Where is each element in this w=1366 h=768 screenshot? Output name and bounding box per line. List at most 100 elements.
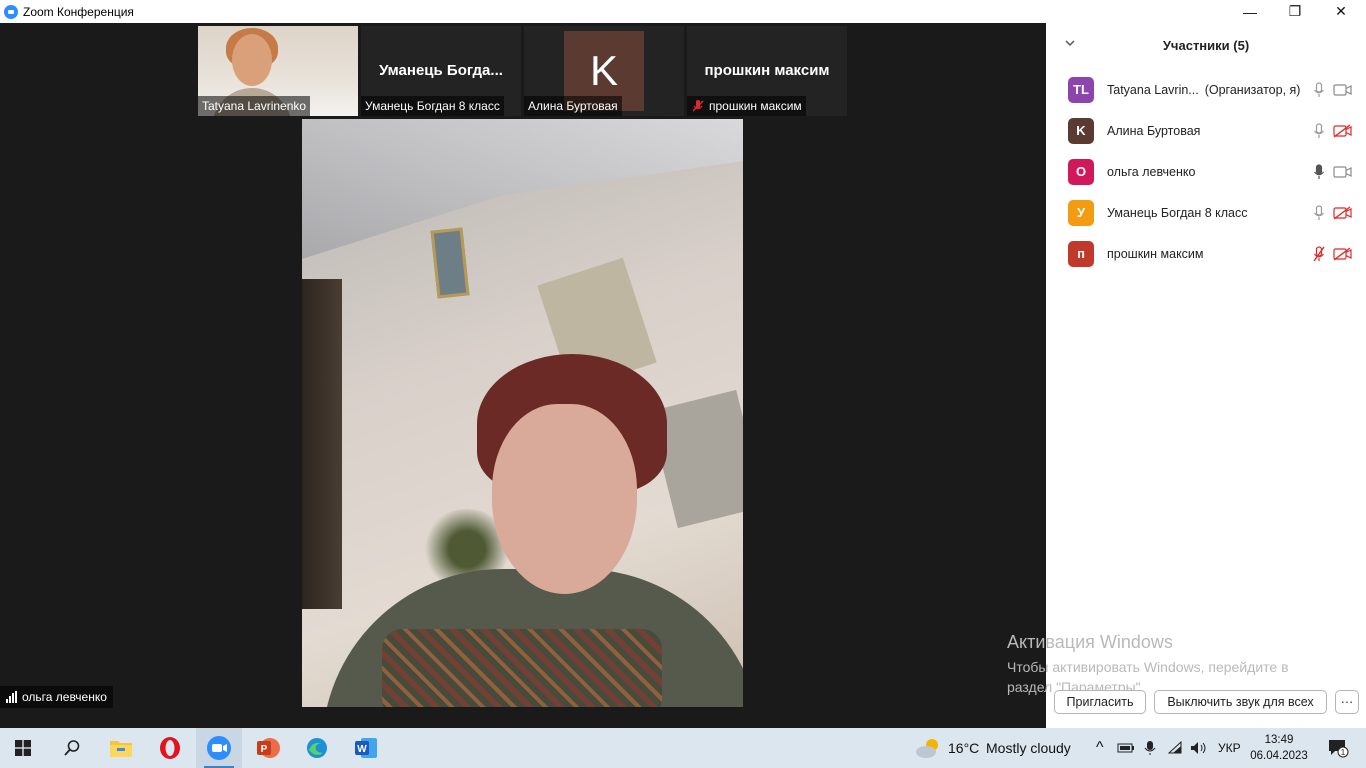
mic-icon[interactable]: [1312, 163, 1326, 180]
participant-name: Tatyana Lavrin... (Организатор, я): [1107, 83, 1300, 97]
participant-name-text: Алина Буртовая: [1107, 123, 1201, 138]
participant-avatar: О: [1068, 158, 1094, 185]
participant-row[interactable]: п прошкин максим: [1046, 233, 1366, 274]
participants-list: TL Tatyana Lavrin... (Организатор, я) K Алин…: [1046, 69, 1366, 274]
thumb-big-name: Уманець Богда...: [379, 62, 503, 79]
minimize-button[interactable]: —: [1227, 0, 1273, 23]
tray-wifi[interactable]: [1164, 728, 1186, 768]
battery-icon: [1117, 743, 1134, 753]
speaker-icon: [1191, 742, 1206, 754]
participant-avatar: K: [1068, 117, 1094, 144]
mic-icon[interactable]: [1312, 204, 1326, 221]
restore-button[interactable]: ❐: [1272, 0, 1318, 23]
tray-battery[interactable]: [1115, 728, 1137, 768]
panel-footer: Пригласить Выключить звук для всех ···: [1046, 690, 1366, 718]
zoom-window: Zoom Конференция — ❐ ✕ Tatyana Lavrinenk…: [0, 0, 1366, 728]
gallery-thumb-alina[interactable]: K Алина Буртовая: [524, 26, 684, 116]
participant-row[interactable]: У Уманець Богдан 8 класс: [1046, 192, 1366, 233]
thumb-name-label: прошкин максим: [687, 96, 806, 116]
search-button[interactable]: [49, 728, 95, 768]
participant-name-text: прошкин максим: [1107, 246, 1204, 261]
participant-row[interactable]: K Алина Буртовая: [1046, 110, 1366, 151]
more-options-button[interactable]: ···: [1335, 690, 1359, 714]
gallery-thumb-umanets[interactable]: Уманець Богда... Уманець Богдан 8 класс: [361, 26, 521, 116]
taskbar-word[interactable]: W: [343, 728, 389, 768]
system-clock[interactable]: 13:49 06.04.2023: [1248, 732, 1310, 764]
tray-overflow-chevron[interactable]: ^: [1096, 728, 1104, 768]
camera-icon[interactable]: [1333, 82, 1353, 98]
participant-row[interactable]: Оольга левченко: [1046, 151, 1366, 192]
input-language[interactable]: УКР: [1218, 728, 1241, 768]
video-stage: Tatyana Lavrinenko Уманець Богда... Уман…: [0, 23, 1046, 728]
participant-avatar: п: [1068, 240, 1094, 267]
participant-row[interactable]: TL Tatyana Lavrin... (Организатор, я): [1046, 69, 1366, 110]
thumb-name-label: Уманець Богдан 8 класс: [361, 96, 504, 116]
minimize-icon: —: [1243, 3, 1257, 20]
word-icon: W: [355, 738, 377, 758]
participant-name: прошкин максим: [1107, 247, 1204, 261]
powerpoint-icon: P: [257, 738, 280, 758]
zoom-app-icon: [207, 736, 231, 760]
camera-off-icon[interactable]: [1333, 205, 1353, 221]
notification-center-button[interactable]: 1: [1318, 728, 1358, 768]
partly-cloudy-icon: [916, 739, 938, 758]
weather-temp[interactable]: 16°C: [948, 728, 979, 768]
invite-button[interactable]: Пригласить: [1054, 690, 1146, 714]
active-speaker-label: ольга левченко: [0, 686, 113, 708]
tray-volume[interactable]: [1187, 728, 1211, 768]
camera-off-icon[interactable]: [1333, 123, 1353, 139]
svg-text:W: W: [357, 744, 367, 755]
edge-browser-icon: [307, 738, 327, 758]
camera-off-icon[interactable]: [1333, 246, 1353, 262]
mute-all-button[interactable]: Выключить звук для всех: [1154, 690, 1327, 714]
title-bar: Zoom Конференция — ❐ ✕: [0, 0, 1366, 23]
mic-muted-icon[interactable]: [1312, 245, 1326, 262]
taskbar-powerpoint[interactable]: P: [245, 728, 291, 768]
taskbar-file-explorer[interactable]: [98, 728, 144, 768]
participants-panel: Участники (5) TL Tatyana Lavrin... (Органи…: [1007, 23, 1366, 728]
participants-header: Участники (5): [1162, 37, 1250, 53]
thumb-name-label: Алина Буртовая: [524, 96, 622, 116]
windows-logo-icon: [15, 740, 31, 756]
participant-name-text: Tatyana Lavrin...: [1107, 82, 1199, 97]
opera-browser-icon: [160, 737, 180, 759]
active-speaker-video[interactable]: [302, 119, 743, 707]
signal-strength-icon: [6, 691, 17, 703]
active-speaker-name: ольга левченко: [22, 690, 107, 704]
mic-icon[interactable]: [1312, 81, 1326, 98]
taskbar-opera[interactable]: [147, 728, 193, 768]
video-shelf: [302, 279, 342, 609]
watermark-title: Активация Windows: [1007, 632, 1173, 652]
gallery-thumb-proshkin[interactable]: прошкин максим прошкин максим: [687, 26, 847, 116]
thumb-name-text: прошкин максим: [709, 99, 802, 113]
video-head: [232, 34, 272, 86]
participant-name-text: Уманець Богдан 8 класс: [1107, 205, 1248, 220]
weather-widget-icon[interactable]: [908, 728, 948, 768]
search-icon: [64, 740, 80, 756]
notification-count: 1: [1341, 748, 1346, 757]
svg-text:P: P: [261, 744, 268, 755]
participant-name: ольга левченко: [1107, 165, 1195, 179]
tray-microphone[interactable]: [1139, 728, 1161, 768]
participant-avatar: TL: [1068, 76, 1094, 103]
thumb-name-label: Tatyana Lavrinenko: [198, 96, 311, 116]
gallery-thumb-tatyana[interactable]: Tatyana Lavrinenko: [198, 26, 358, 116]
zoom-logo-icon: [4, 4, 18, 19]
notification-icon: 1: [1329, 740, 1349, 758]
start-button[interactable]: [0, 728, 46, 768]
window-title: Zoom Конференция: [23, 4, 134, 19]
close-button[interactable]: ✕: [1318, 0, 1364, 23]
windows-taskbar: P W 16°C Mostly cloudy ^ УКР 13:49 06.04…: [0, 728, 1366, 768]
wifi-icon: [1167, 741, 1182, 754]
mic-icon[interactable]: [1312, 122, 1326, 139]
mic-muted-icon: [692, 100, 704, 112]
microphone-icon: [1144, 741, 1156, 755]
windows-activation-watermark: Активация Windows Чтобы активировать Win…: [1007, 632, 1327, 697]
thumb-big-name: прошкин максим: [704, 62, 830, 79]
taskbar-zoom[interactable]: [196, 728, 242, 768]
weather-text[interactable]: Mostly cloudy: [986, 728, 1071, 768]
taskbar-edge[interactable]: [294, 728, 340, 768]
folder-icon: [110, 741, 132, 757]
restore-icon: ❐: [1288, 3, 1302, 19]
camera-icon[interactable]: [1333, 164, 1353, 180]
